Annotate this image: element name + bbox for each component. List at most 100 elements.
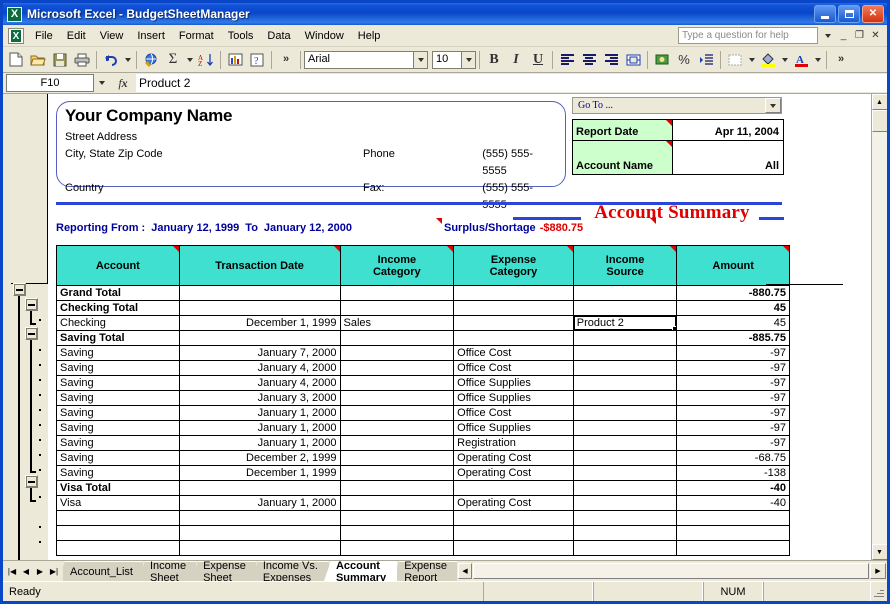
cell-amount[interactable]: -97 xyxy=(676,345,790,361)
go-to-dropdown-icon[interactable] xyxy=(765,98,781,113)
column-header-income-category[interactable]: Income Category xyxy=(339,245,455,286)
cell-account[interactable]: Saving xyxy=(56,435,180,451)
cell-expense-category[interactable]: Office Supplies xyxy=(453,390,574,406)
underline-button[interactable]: U xyxy=(527,49,549,71)
workbook-icon[interactable] xyxy=(8,27,24,44)
cell-account[interactable] xyxy=(56,525,180,541)
cell-income-source[interactable] xyxy=(572,540,678,556)
cell-transaction-date[interactable]: December 2, 1999 xyxy=(178,450,341,466)
account-name-label[interactable]: Account Name xyxy=(572,141,672,175)
menu-tools[interactable]: Tools xyxy=(221,27,261,45)
cell-expense-category[interactable] xyxy=(453,330,574,346)
menu-data[interactable]: Data xyxy=(260,27,297,45)
cell-income-source[interactable] xyxy=(572,495,678,511)
table-row[interactable] xyxy=(56,540,790,556)
cell-expense-category[interactable] xyxy=(453,315,574,331)
cell-amount[interactable] xyxy=(676,510,790,526)
sheet-tab-income-sheet[interactable]: Income Sheet xyxy=(137,561,197,581)
cell-transaction-date[interactable]: January 4, 2000 xyxy=(178,375,341,391)
workbook-minimize-button[interactable]: _ xyxy=(837,29,850,42)
cell-income-source[interactable] xyxy=(572,330,678,346)
cell-amount[interactable] xyxy=(676,525,790,541)
cell-income-category[interactable] xyxy=(339,420,455,436)
cell-transaction-date[interactable]: January 1, 2000 xyxy=(178,405,341,421)
cell-income-category[interactable] xyxy=(339,450,455,466)
table-row[interactable]: Saving Total -885.75 xyxy=(56,330,790,346)
cell-transaction-date[interactable]: January 1, 2000 xyxy=(178,435,341,451)
cell-income-source[interactable] xyxy=(572,405,678,421)
cell-transaction-date[interactable] xyxy=(178,285,341,301)
cell-account[interactable]: Saving xyxy=(56,465,180,481)
cell-amount[interactable]: -138 xyxy=(676,465,790,481)
cell-income-source[interactable] xyxy=(572,420,678,436)
cell-income-source[interactable] xyxy=(572,375,678,391)
font-name-input[interactable]: Arial xyxy=(304,50,414,69)
chart-wizard-icon[interactable] xyxy=(224,49,246,71)
cell-expense-category[interactable] xyxy=(453,285,574,301)
cell-income-category[interactable] xyxy=(339,495,455,511)
table-row[interactable]: Saving January 1, 2000 Office Cost -97 xyxy=(56,405,790,421)
outline-collapse-button-checking[interactable] xyxy=(25,298,38,311)
save-icon[interactable] xyxy=(49,49,71,71)
insert-hyperlink-icon[interactable] xyxy=(140,49,162,71)
font-color-button[interactable]: A xyxy=(790,49,812,71)
table-row[interactable] xyxy=(56,510,790,526)
cell-income-source[interactable] xyxy=(572,390,678,406)
menu-edit[interactable]: Edit xyxy=(60,27,93,45)
table-row[interactable]: Visa Total -40 xyxy=(56,480,790,496)
tab-scroll-right-button[interactable]: ▶ xyxy=(870,563,886,579)
cell-income-source[interactable] xyxy=(572,450,678,466)
cell-account[interactable]: Visa Total xyxy=(56,480,180,496)
cell-amount[interactable]: 45 xyxy=(676,300,790,316)
cell-amount[interactable]: -97 xyxy=(676,435,790,451)
cell-account[interactable]: Saving xyxy=(56,450,180,466)
column-header-transaction-date[interactable]: Transaction Date xyxy=(178,245,341,286)
cell-transaction-date[interactable] xyxy=(178,510,341,526)
table-row[interactable]: Saving January 1, 2000 Office Supplies -97 xyxy=(56,420,790,436)
currency-button[interactable] xyxy=(651,49,673,71)
italic-button[interactable]: I xyxy=(505,49,527,71)
cell-transaction-date[interactable] xyxy=(178,525,341,541)
cell-income-category[interactable] xyxy=(339,360,455,376)
table-row[interactable]: Saving December 2, 1999 Operating Cost -68.… xyxy=(56,450,790,466)
align-center-button[interactable] xyxy=(578,49,600,71)
cell-account[interactable]: Saving Total xyxy=(56,330,180,346)
menu-file[interactable]: File xyxy=(28,27,60,45)
autosum-icon[interactable]: Σ xyxy=(162,49,184,71)
table-row[interactable]: Saving January 1, 2000 Registration -97 xyxy=(56,435,790,451)
ask-a-question-input[interactable]: Type a question for help xyxy=(678,27,818,44)
table-row[interactable]: Visa January 1, 2000 Operating Cost -40 xyxy=(56,495,790,511)
outline-collapse-button-saving[interactable] xyxy=(25,327,38,340)
cell-income-source[interactable] xyxy=(572,510,678,526)
cell-amount[interactable]: -40 xyxy=(676,480,790,496)
cell-amount[interactable]: -97 xyxy=(676,405,790,421)
cell-account[interactable]: Grand Total xyxy=(56,285,180,301)
cell-expense-category[interactable]: Operating Cost xyxy=(453,465,574,481)
cell-amount[interactable]: 45 xyxy=(676,315,790,331)
column-header-expense-category[interactable]: Expense Category xyxy=(453,245,574,286)
cell-expense-category[interactable]: Office Cost xyxy=(453,345,574,361)
help-icon[interactable]: ? xyxy=(246,49,268,71)
cell-transaction-date[interactable]: December 1, 1999 xyxy=(178,315,341,331)
maximize-button[interactable] xyxy=(838,5,860,23)
cell-amount[interactable]: -880.75 xyxy=(676,285,790,301)
column-header-account[interactable]: Account xyxy=(56,245,180,286)
table-row[interactable]: Saving December 1, 1999 Operating Cost -138 xyxy=(56,465,790,481)
font-name-dropdown-icon[interactable] xyxy=(414,50,428,69)
cell-income-category[interactable] xyxy=(339,375,455,391)
formatting-toolbar-overflow-icon[interactable]: » xyxy=(830,49,852,71)
cell-income-source[interactable] xyxy=(572,360,678,376)
open-file-icon[interactable] xyxy=(27,49,49,71)
cell-income-category[interactable] xyxy=(339,540,455,556)
sheet-tab-account-list[interactable]: Account_List xyxy=(63,561,143,581)
cell-transaction-date[interactable] xyxy=(178,330,341,346)
cell-amount[interactable]: -40 xyxy=(676,495,790,511)
new-file-icon[interactable] xyxy=(5,49,27,71)
workbook-restore-button[interactable]: ❐ xyxy=(853,29,866,42)
cell-transaction-date[interactable]: January 1, 2000 xyxy=(178,420,341,436)
minimize-button[interactable] xyxy=(814,5,836,23)
bold-button[interactable]: B xyxy=(483,49,505,71)
cell-amount[interactable]: -885.75 xyxy=(676,330,790,346)
cell-transaction-date[interactable]: January 1, 2000 xyxy=(178,495,341,511)
print-icon[interactable] xyxy=(71,49,93,71)
